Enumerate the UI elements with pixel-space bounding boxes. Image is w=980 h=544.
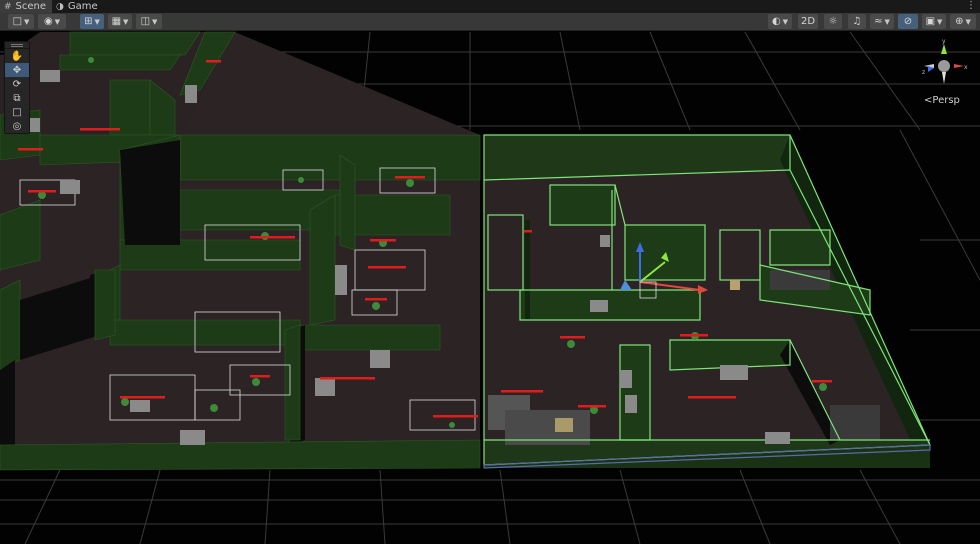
camera-icon: ▣ <box>925 16 936 27</box>
transform-tool[interactable]: ◎ <box>5 119 29 133</box>
shading-mode-dropdown[interactable]: ◐ ▼ <box>768 14 792 29</box>
scene-toolbar: □ ▼ ◉ ▼ ⊞ ▼ ▦ ▼ ◫ ▼ ◐ ▼ 2D ☼ ♫ ≈ ▼ ⊘ ▣ ▼ ⊕ ▼ <box>0 13 980 31</box>
tab-scene[interactable]: # Scene <box>0 0 53 13</box>
scene-tab-bar: # Scene ◑ Game ⋮ <box>0 0 980 14</box>
chevron-down-icon: ▼ <box>54 17 61 26</box>
eye-slash-icon: ⊘ <box>903 16 913 27</box>
axis-cone-y: y <box>941 38 947 54</box>
svg-text:x: x <box>964 64 968 71</box>
move-arrows-icon: ✥ <box>12 64 22 76</box>
draw-mode-icon: □ <box>12 16 23 27</box>
chevron-down-icon: ▼ <box>94 17 100 26</box>
global-local-dropdown[interactable]: ◉ ▼ <box>38 14 66 29</box>
audio-toggle[interactable]: ♫ <box>848 14 866 29</box>
move-tool[interactable]: ✥ <box>5 63 29 77</box>
rotate-tool[interactable]: ⟳ <box>5 77 29 91</box>
chevron-down-icon: ▼ <box>123 17 129 26</box>
effects-icon: ≈ <box>874 16 883 27</box>
speaker-icon: ♫ <box>852 16 862 27</box>
globe-icon: ◉ <box>43 16 53 27</box>
svg-text:y: y <box>942 38 946 45</box>
grid-snap-icon: ▦ <box>111 16 122 27</box>
2d-label: 2D <box>800 16 816 27</box>
axis-cone-x <box>954 64 964 68</box>
scene-viewport[interactable] <box>0 31 980 544</box>
hand-icon: ✋ <box>10 50 24 62</box>
view-options-dropdown[interactable]: ⊞ ▼ <box>80 14 104 29</box>
chevron-down-icon: ▼ <box>937 17 943 26</box>
rect-icon: □ <box>12 106 22 118</box>
gizmos-globe-icon: ⊕ <box>955 16 964 27</box>
rotate-icon: ⟳ <box>12 78 22 90</box>
chevron-down-icon: ▼ <box>884 17 890 26</box>
increment-snap-dropdown[interactable]: ◫ ▼ <box>136 14 162 29</box>
increment-snap-icon: ◫ <box>140 16 151 27</box>
orientation-gizmo[interactable]: y x z <box>914 38 974 96</box>
2d-toggle-button[interactable]: 2D <box>798 14 818 29</box>
scene-render <box>0 31 980 544</box>
effects-dropdown[interactable]: ≈ ▼ <box>870 14 894 29</box>
gamepad-icon: ◑ <box>56 1 64 12</box>
grid-snapping-dropdown[interactable]: ▦ ▼ <box>108 14 132 29</box>
shading-sphere-icon: ◐ <box>771 16 781 27</box>
camera-dropdown[interactable]: ▣ ▼ <box>922 14 946 29</box>
persp-label: Persp <box>932 95 960 106</box>
scene-tools-overlay: ✋ ✥ ⟳ ⧉ □ ◎ <box>4 41 30 134</box>
scene-grid-icon: # <box>4 1 12 12</box>
visibility-toggle[interactable]: ⊘ <box>898 14 918 29</box>
view-options-icon: ⊞ <box>84 16 93 27</box>
tab-game[interactable]: ◑ Game <box>52 0 104 13</box>
chevron-down-icon: ▼ <box>965 17 971 26</box>
scale-tool[interactable]: ⧉ <box>5 91 29 105</box>
chevron-down-icon: ▼ <box>24 17 30 26</box>
light-bulb-icon: ☼ <box>828 16 838 27</box>
projection-toggle[interactable]: <Persp <box>924 95 960 106</box>
scale-icon: ⧉ <box>13 92 21 104</box>
tab-menu-icon[interactable]: ⋮ <box>966 0 976 11</box>
axis-center-cube <box>938 60 950 72</box>
axis-cone-neg-y <box>942 72 946 84</box>
svg-text:z: z <box>922 69 925 76</box>
draw-mode-dropdown[interactable]: □ ▼ <box>8 14 34 29</box>
lighting-toggle[interactable]: ☼ <box>824 14 842 29</box>
tab-game-label: Game <box>67 1 98 12</box>
chevron-down-icon: ▼ <box>152 17 158 26</box>
tab-scene-label: Scene <box>15 1 47 12</box>
hand-tool[interactable]: ✋ <box>5 49 29 63</box>
transform-icon: ◎ <box>12 120 22 132</box>
gizmos-dropdown[interactable]: ⊕ ▼ <box>950 14 976 29</box>
rect-tool[interactable]: □ <box>5 105 29 119</box>
chevron-down-icon: ▼ <box>782 17 789 26</box>
tools-grip[interactable] <box>5 42 29 49</box>
